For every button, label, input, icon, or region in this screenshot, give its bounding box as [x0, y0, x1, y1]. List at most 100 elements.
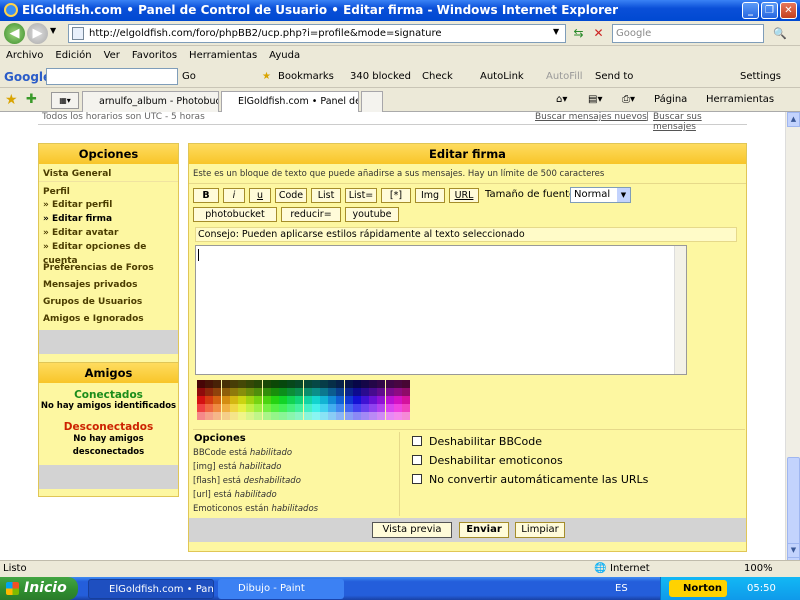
palette-swatch[interactable] — [221, 396, 230, 404]
palette-swatch[interactable] — [369, 396, 378, 404]
palette-swatch[interactable] — [295, 388, 304, 396]
palette-swatch[interactable] — [385, 388, 394, 396]
palette-swatch[interactable] — [361, 380, 369, 388]
palette-swatch[interactable] — [197, 396, 205, 404]
palette-swatch[interactable] — [361, 396, 369, 404]
palette-swatch[interactable] — [361, 412, 369, 420]
search-input[interactable]: Google — [612, 24, 764, 43]
palette-swatch[interactable] — [303, 404, 312, 412]
own-posts-link[interactable]: Buscar sus mensajes — [653, 112, 747, 132]
palette-swatch[interactable] — [279, 404, 287, 412]
palette-swatch[interactable] — [295, 396, 304, 404]
palette-swatch[interactable] — [402, 388, 410, 396]
back-button[interactable]: ◀ — [4, 23, 25, 44]
palette-swatch[interactable] — [303, 380, 312, 388]
img-button[interactable]: Img — [415, 188, 445, 203]
palette-swatch[interactable] — [246, 396, 255, 404]
ordered-list-button[interactable]: List= — [345, 188, 377, 203]
palette-swatch[interactable] — [385, 380, 394, 388]
palette-swatch[interactable] — [279, 396, 287, 404]
palette-swatch[interactable] — [262, 412, 271, 420]
palette-swatch[interactable] — [352, 404, 361, 412]
close-button[interactable]: ✕ — [780, 2, 797, 19]
spellcheck-button[interactable]: Check — [422, 66, 453, 88]
autofill-button[interactable]: AutoFill — [546, 66, 583, 88]
palette-swatch[interactable] — [213, 380, 222, 388]
url-button[interactable]: URL — [449, 188, 479, 203]
palette-swatch[interactable] — [229, 396, 238, 404]
palette-swatch[interactable] — [402, 412, 410, 420]
palette-swatch[interactable] — [221, 412, 230, 420]
sidebar-item-private-messages[interactable]: Mensajes privados — [39, 277, 178, 294]
palette-swatch[interactable] — [254, 412, 263, 420]
sidebar-edit-signature[interactable]: » Editar firma — [39, 212, 178, 226]
list-button[interactable]: List — [311, 188, 341, 203]
palette-swatch[interactable] — [320, 412, 328, 420]
palette-swatch[interactable] — [344, 412, 353, 420]
tab-elgoldfish[interactable]: ElGoldfish.com • Panel de... — [221, 91, 359, 112]
palette-swatch[interactable] — [344, 396, 353, 404]
palette-swatch[interactable] — [205, 380, 214, 388]
palette-swatch[interactable] — [197, 404, 205, 412]
menu-favoritos[interactable]: Favoritos — [126, 50, 183, 61]
sidebar-item-perfil[interactable]: Perfil — [39, 186, 178, 198]
palette-swatch[interactable] — [344, 388, 353, 396]
scroll-up-icon[interactable]: ▲ — [787, 112, 800, 127]
forward-button[interactable]: ▶ — [27, 23, 48, 44]
palette-swatch[interactable] — [295, 380, 304, 388]
palette-swatch[interactable] — [352, 388, 361, 396]
sidebar-edit-account[interactable]: » Editar opciones de cuenta — [39, 240, 178, 266]
palette-swatch[interactable] — [352, 380, 361, 388]
palette-swatch[interactable] — [311, 388, 320, 396]
palette-swatch[interactable] — [238, 380, 246, 388]
palette-swatch[interactable] — [311, 404, 320, 412]
palette-swatch[interactable] — [270, 380, 279, 388]
palette-swatch[interactable] — [385, 412, 394, 420]
palette-swatch[interactable] — [328, 412, 337, 420]
autolink-button[interactable]: AutoLink — [480, 66, 524, 88]
palette-swatch[interactable] — [270, 404, 279, 412]
palette-swatch[interactable] — [393, 388, 402, 396]
palette-swatch[interactable] — [229, 388, 238, 396]
signature-textarea[interactable] — [195, 245, 687, 375]
palette-swatch[interactable] — [377, 404, 386, 412]
palette-swatch[interactable] — [402, 404, 410, 412]
menu-ayuda[interactable]: Ayuda — [263, 50, 306, 61]
page-scrollbar[interactable]: ▲ ▼ — [785, 112, 800, 567]
search-icon[interactable]: 🔍 — [767, 25, 793, 43]
palette-swatch[interactable] — [377, 380, 386, 388]
palette-swatch[interactable] — [213, 412, 222, 420]
palette-swatch[interactable] — [311, 412, 320, 420]
menu-archivo[interactable]: Archivo — [0, 50, 49, 61]
palette-swatch[interactable] — [377, 412, 386, 420]
palette-swatch[interactable] — [279, 380, 287, 388]
tools-menu[interactable]: Herramientas — [706, 88, 774, 112]
palette-swatch[interactable] — [328, 380, 337, 388]
palette-swatch[interactable] — [369, 380, 378, 388]
palette-swatch[interactable] — [246, 404, 255, 412]
palette-swatch[interactable] — [229, 404, 238, 412]
palette-swatch[interactable] — [238, 388, 246, 396]
popup-blocked-button[interactable]: 340 blocked — [350, 66, 411, 88]
disable-bbcode-checkbox[interactable] — [412, 436, 422, 446]
palette-swatch[interactable] — [270, 396, 279, 404]
palette-swatch[interactable] — [336, 388, 345, 396]
palette-swatch[interactable] — [369, 412, 378, 420]
palette-swatch[interactable] — [336, 404, 345, 412]
sidebar-item-forum-prefs[interactable]: Preferencias de Foros — [39, 260, 178, 277]
palette-swatch[interactable] — [328, 388, 337, 396]
bookmarks-button[interactable]: Bookmarks — [278, 66, 334, 88]
submit-button[interactable]: Enviar — [459, 522, 509, 538]
address-field[interactable]: http://elgoldfish.com/foro/phpBB2/ucp.ph… — [68, 24, 566, 43]
palette-swatch[interactable] — [393, 412, 402, 420]
palette-swatch[interactable] — [262, 396, 271, 404]
palette-swatch[interactable] — [402, 396, 410, 404]
palette-swatch[interactable] — [385, 396, 394, 404]
google-go-button[interactable]: Go — [182, 66, 196, 88]
palette-swatch[interactable] — [229, 380, 238, 388]
palette-swatch[interactable] — [213, 396, 222, 404]
palette-swatch[interactable] — [344, 404, 353, 412]
reducir-button[interactable]: reducir= — [281, 207, 341, 222]
list-item-button[interactable]: [*] — [381, 188, 411, 203]
palette-swatch[interactable] — [361, 404, 369, 412]
